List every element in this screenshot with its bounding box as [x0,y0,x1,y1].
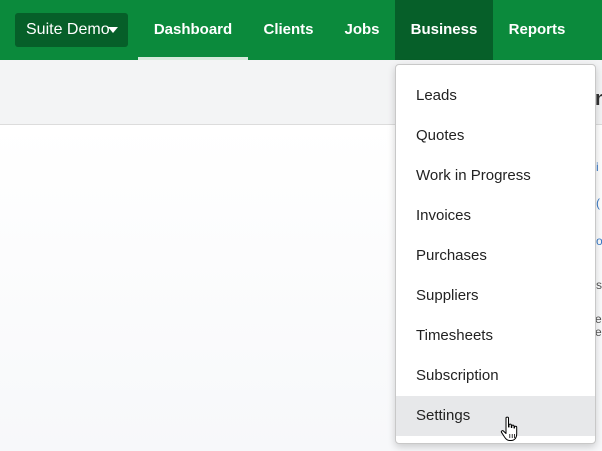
hand-pointer-cursor-icon [500,416,518,441]
obscured-text-fragment: e [595,312,602,326]
nav-jobs[interactable]: Jobs [329,0,395,60]
obscured-link-fragment: i [596,160,599,174]
obscured-text-fragment: s [596,278,602,292]
menu-item-label: Quotes [416,127,465,144]
caret-down-icon [108,27,118,33]
nav-business-label: Business [410,21,478,38]
nav-clients-label: Clients [263,21,314,38]
obscured-text-fragment: e [595,325,602,339]
menu-item-label: Suppliers [416,287,479,304]
nav-jobs-label: Jobs [344,21,380,38]
menu-item-label: Subscription [416,367,499,384]
menu-item-label: Timesheets [416,327,493,344]
menu-item-label: Leads [416,87,457,104]
top-navbar: Suite Demo Dashboard Clients Jobs Busine… [0,0,602,60]
suite-switcher-button[interactable]: Suite Demo [15,13,128,47]
menu-item-label: Purchases [416,247,487,264]
nav-business[interactable]: Business [395,0,493,60]
menu-item-label: Settings [416,407,471,424]
nav-dashboard[interactable]: Dashboard [138,0,248,60]
menu-item-timesheets[interactable]: Timesheets [396,316,595,356]
suite-switcher-label: Suite Demo [26,21,110,38]
menu-item-subscription[interactable]: Subscription [396,356,595,396]
menu-item-purchases[interactable]: Purchases [396,236,595,276]
business-dropdown-menu: Leads Quotes Work in Progress Invoices P… [395,64,596,444]
nav-reports[interactable]: Reports [493,0,581,60]
menu-item-label: Work in Progress [416,167,531,184]
menu-item-leads[interactable]: Leads [396,76,595,116]
menu-item-label: Invoices [416,207,472,224]
nav-reports-label: Reports [508,21,566,38]
obscured-link-fragment: o [596,234,602,248]
nav-clients[interactable]: Clients [248,0,329,60]
menu-item-quotes[interactable]: Quotes [396,116,595,156]
menu-item-suppliers[interactable]: Suppliers [396,276,595,316]
menu-item-settings[interactable]: Settings [396,396,595,436]
menu-item-invoices[interactable]: Invoices [396,196,595,236]
obscured-link-fragment: ( [596,196,600,210]
menu-item-work-in-progress[interactable]: Work in Progress [396,156,595,196]
nav-dashboard-label: Dashboard [153,21,233,38]
obscured-heading-fragment: n [595,88,602,110]
